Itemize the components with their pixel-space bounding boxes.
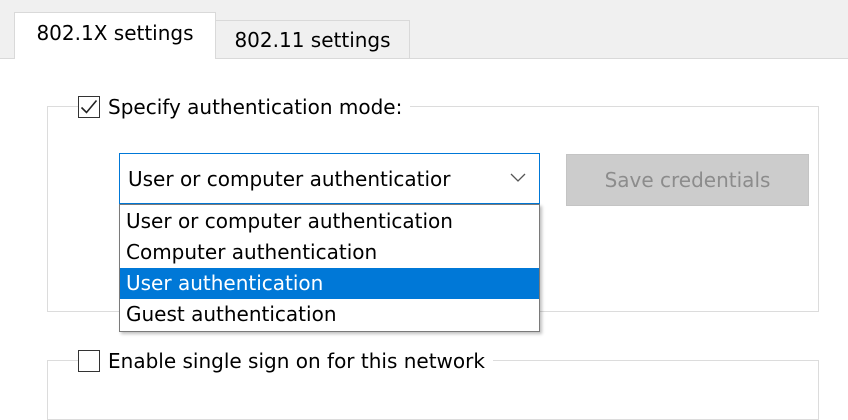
- option-user-or-computer-authentication[interactable]: User or computer authentication: [120, 206, 539, 237]
- auth-mode-legend[interactable]: Specify authentication mode:: [78, 91, 411, 123]
- sso-legend[interactable]: Enable single sign on for this network: [78, 345, 493, 377]
- chevron-down-icon: [510, 173, 526, 182]
- option-user-authentication[interactable]: User authentication: [120, 268, 539, 299]
- tab-802-1x-settings[interactable]: 802.1X settings: [14, 12, 216, 59]
- auth-mode-combobox[interactable]: User or computer authenticatior: [119, 153, 540, 204]
- auth-mode-combobox-value: User or computer authenticatior: [128, 166, 451, 191]
- sso-label: Enable single sign on for this network: [108, 349, 485, 373]
- option-computer-authentication[interactable]: Computer authentication: [120, 237, 539, 268]
- auth-mode-dropdown-list[interactable]: User or computer authentication Computer…: [119, 204, 540, 332]
- tab-802-11-settings[interactable]: 802.11 settings: [216, 20, 410, 58]
- option-guest-authentication[interactable]: Guest authentication: [120, 299, 539, 330]
- auth-mode-label: Specify authentication mode:: [108, 95, 403, 119]
- sso-checkbox[interactable]: [78, 350, 100, 372]
- save-credentials-button[interactable]: Save credentials: [566, 154, 809, 206]
- checkmark-icon: [80, 99, 98, 114]
- auth-mode-checkbox[interactable]: [78, 96, 100, 118]
